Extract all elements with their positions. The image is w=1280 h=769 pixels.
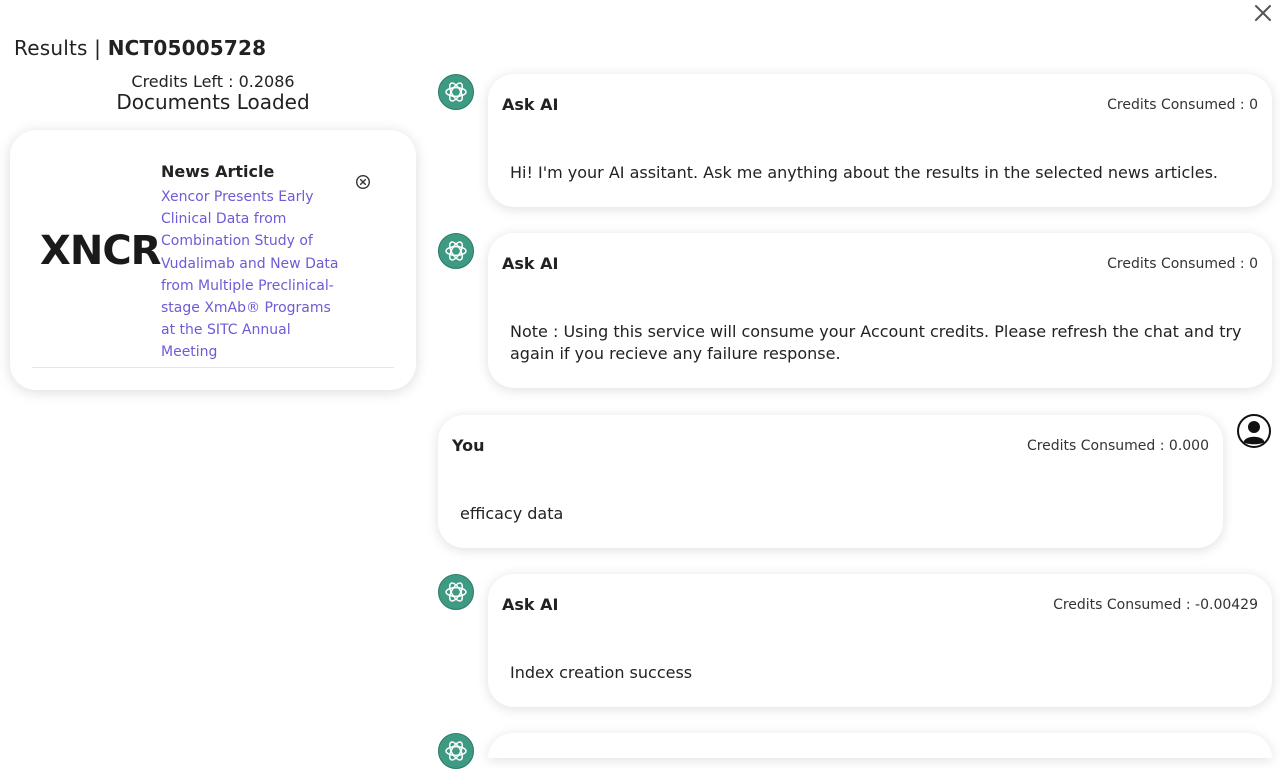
documents-loaded-heading: Documents Loaded: [116, 90, 310, 114]
document-card: XNCR News Article Xencor Presents Early …: [10, 130, 416, 390]
credits-consumed: Credits Consumed : 0: [1107, 97, 1258, 113]
message-sender: You: [452, 436, 485, 455]
credits-consumed: Credits Consumed : -0.00429: [1053, 597, 1258, 613]
ai-avatar: [438, 74, 474, 110]
chat-message: Ask AI Credits Consumed : -0.00429 Index…: [488, 574, 1272, 707]
openai-logo-icon: [445, 82, 467, 102]
message-sender: Ask AI: [502, 95, 559, 114]
chat-message-user: You Credits Consumed : 0.000 efficacy da…: [438, 415, 1223, 548]
page-title-prefix: Results |: [14, 36, 102, 60]
document-title-link[interactable]: Xencor Presents Early Clinical Data from…: [161, 186, 346, 364]
close-button[interactable]: [1252, 2, 1274, 24]
documents-panel: Credits Left : 0.2086 Documents Loaded X…: [0, 68, 430, 758]
circle-x-icon: [355, 174, 371, 190]
openai-logo-icon: [445, 241, 467, 261]
openai-logo-icon: [445, 741, 467, 761]
ai-avatar: [438, 574, 474, 610]
message-text: Index creation success: [510, 663, 693, 682]
page-title: Results | NCT05005728: [14, 36, 266, 60]
message-text: Note : Using this service will consume y…: [510, 322, 1242, 363]
credits-consumed: Credits Consumed : 0: [1107, 256, 1258, 272]
user-avatar: [1237, 414, 1271, 448]
openai-logo-icon: [445, 582, 467, 602]
close-icon: [1255, 5, 1271, 21]
company-logo: XNCR: [40, 228, 161, 274]
ai-avatar: [438, 733, 474, 769]
credits-consumed: Credits Consumed : 0.000: [1026, 438, 1209, 454]
message-sender: Ask AI: [502, 595, 559, 614]
divider: [32, 367, 394, 368]
credits-left: Credits Left : 0.2086: [131, 72, 295, 91]
message-sender: Ask AI: [502, 254, 559, 273]
message-text: Hi! I'm your AI assitant. Ask me anythin…: [510, 163, 1218, 182]
chat-message: Ask AI Credits Consumed : 0 Note : Using…: [488, 233, 1272, 388]
chat-message: Ask AI Credits Consumed : 0 Hi! I'm your…: [488, 74, 1272, 207]
ai-avatar: [438, 233, 474, 269]
message-text: efficacy data: [460, 504, 564, 523]
trial-id: NCT05005728: [107, 36, 267, 60]
remove-document-button[interactable]: [355, 174, 371, 190]
document-type: News Article: [161, 162, 275, 181]
chat-message-partial: [488, 733, 1272, 758]
user-icon: [1237, 414, 1271, 448]
